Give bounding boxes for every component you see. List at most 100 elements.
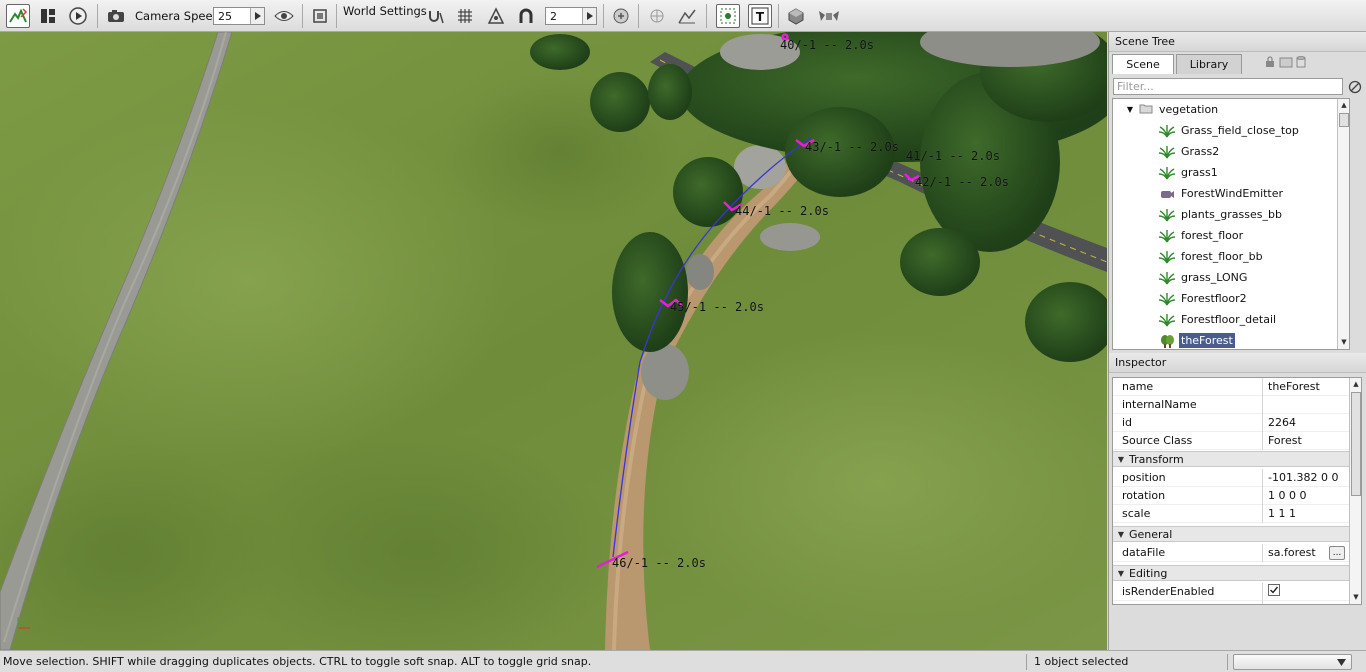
inspector-row-internalname[interactable]: internalName: [1113, 395, 1349, 414]
text-labels-icon[interactable]: T: [748, 4, 772, 28]
browse-file-button[interactable]: ...: [1329, 545, 1345, 560]
group-editing[interactable]: ▼ Editing: [1113, 565, 1349, 581]
lock-icon[interactable]: [1265, 56, 1275, 71]
toolbar-separator: [302, 4, 303, 28]
tree-item[interactable]: grass1: [1113, 162, 1349, 183]
fit-view-icon[interactable]: [308, 4, 332, 28]
inspector-grid: name theForest internalName id 2264 Sour…: [1112, 377, 1362, 605]
magnet-snap-icon[interactable]: [514, 4, 538, 28]
camera-icon[interactable]: [104, 4, 128, 28]
play-icon[interactable]: [66, 4, 90, 28]
tree-item-label: vegetation: [1159, 103, 1219, 116]
tree-scrollbar[interactable]: ▲ ▼: [1337, 99, 1349, 349]
tree-item-label: Grass2: [1181, 145, 1220, 158]
clear-filter-icon[interactable]: [1347, 78, 1363, 95]
select-object-icon[interactable]: [716, 4, 740, 28]
grass-icon: [1159, 124, 1175, 138]
selection-count: 1 object selected: [1034, 655, 1129, 668]
grass-icon: [1159, 313, 1175, 327]
tree-item[interactable]: theForest: [1113, 330, 1349, 349]
tree-item[interactable]: Forestfloor_detail: [1113, 309, 1349, 330]
new-group-icon[interactable]: [1279, 57, 1293, 71]
collapse-arrow-icon[interactable]: ▼: [1113, 530, 1129, 539]
world-transform-icon[interactable]: [675, 4, 699, 28]
tab-library[interactable]: Library: [1176, 54, 1242, 74]
camera-speed-input[interactable]: 25: [213, 4, 265, 28]
scene-tree-tabs: Scene Library: [1112, 54, 1244, 74]
tree-item-label: forest_floor: [1181, 229, 1244, 242]
field-value[interactable]: 1 1 1: [1263, 507, 1296, 520]
expand-arrow-icon[interactable]: ▼: [1113, 105, 1133, 114]
field-name: id: [1113, 413, 1263, 432]
waypoint-label: 40/-1 -- 2.0s: [780, 38, 874, 52]
snap-size-stepper[interactable]: [582, 8, 596, 24]
field-value[interactable]: sa.forest: [1263, 546, 1327, 559]
tree-item-label: Forestfloor2: [1181, 292, 1247, 305]
field-value: 2264: [1268, 416, 1296, 429]
tree-scroll-thumb[interactable]: [1339, 113, 1349, 127]
camera-speed-stepper[interactable]: [250, 8, 264, 24]
status-dropdown[interactable]: [1233, 654, 1352, 670]
inspector-row-rotation[interactable]: rotation 1 0 0 0: [1113, 486, 1349, 505]
scene-filter-input[interactable]: Filter...: [1113, 78, 1343, 95]
tree-item-label: ForestWindEmitter: [1181, 187, 1284, 200]
group-label: General: [1129, 527, 1173, 541]
tree-item[interactable]: ForestWindEmitter: [1113, 183, 1349, 204]
tree-item[interactable]: grass_LONG: [1113, 267, 1349, 288]
tab-scene[interactable]: Scene: [1112, 54, 1174, 74]
field-value[interactable]: -101.382 0 0: [1263, 471, 1338, 484]
status-bar: Move selection. SHIFT while dragging dup…: [0, 650, 1366, 672]
tree-item[interactable]: Forestfloor2: [1113, 288, 1349, 309]
tree-item[interactable]: forest_floor_bb: [1113, 246, 1349, 267]
field-value[interactable]: theForest: [1263, 380, 1320, 393]
group-general[interactable]: ▼ General: [1113, 526, 1349, 542]
world-settings-label[interactable]: World Settings: [343, 3, 427, 19]
tree-item-label: theForest: [1179, 333, 1235, 348]
scene-tree: ▼ vegetation Grass_field_close_top Grass2…: [1112, 98, 1350, 350]
object-snap-icon[interactable]: [484, 4, 508, 28]
tree-item[interactable]: Grass_field_close_top: [1113, 120, 1349, 141]
field-name: position: [1113, 468, 1263, 487]
tree-item[interactable]: forest_floor: [1113, 225, 1349, 246]
grass-icon: [1159, 250, 1175, 264]
status-divider: [1026, 654, 1027, 670]
visibility-eye-icon[interactable]: [272, 4, 296, 28]
tree-folder-vegetation[interactable]: ▼ vegetation: [1113, 99, 1349, 120]
tree-item[interactable]: plants_grasses_bb: [1113, 204, 1349, 225]
field-name: internalName: [1113, 395, 1263, 414]
tree-item[interactable]: Grass2: [1113, 141, 1349, 162]
snap-size-value: 2: [550, 9, 557, 23]
inspector-row-position[interactable]: position -101.382 0 0: [1113, 468, 1349, 487]
inspector-row-scale[interactable]: scale 1 1 1: [1113, 504, 1349, 523]
tree-item-label: forest_floor_bb: [1181, 250, 1263, 263]
snap-to-terrain-icon[interactable]: [424, 4, 448, 28]
grid-snap-icon[interactable]: [453, 4, 477, 28]
folder-icon: [1139, 103, 1153, 117]
inspector-scroll-thumb[interactable]: [1351, 392, 1361, 496]
inspector-scrollbar[interactable]: ▲ ▼: [1349, 378, 1361, 604]
terrain-editor-icon[interactable]: [6, 4, 30, 28]
main-toolbar: Camera Speed 25 World Settings 2 T: [0, 0, 1366, 32]
tree-item-label: grass1: [1181, 166, 1218, 179]
collapse-arrow-icon[interactable]: ▼: [1113, 455, 1129, 464]
object-center-icon[interactable]: [645, 4, 669, 28]
scene-viewport[interactable]: 40/-1 -- 2.0s 43/-1 -- 2.0s 41/-1 -- 2.0…: [0, 32, 1107, 650]
status-message: Move selection. SHIFT while dragging dup…: [3, 655, 592, 668]
snap-size-input[interactable]: 2: [545, 4, 597, 28]
delete-icon[interactable]: [1296, 56, 1306, 71]
window-layout-icon[interactable]: [36, 4, 60, 28]
inspector-row-name[interactable]: name theForest: [1113, 378, 1349, 396]
collapse-arrow-icon[interactable]: ▼: [1113, 569, 1129, 578]
group-transform[interactable]: ▼ Transform: [1113, 451, 1349, 467]
toolbar-separator: [778, 4, 779, 28]
toolbar-separator: [706, 4, 707, 28]
render-enabled-checkbox[interactable]: [1263, 584, 1280, 599]
prefab-icon[interactable]: [784, 4, 808, 28]
field-value[interactable]: 1 0 0 0: [1263, 489, 1306, 502]
inspector-row-datafile[interactable]: dataFile sa.forest ...: [1113, 543, 1349, 562]
tree-item-label: Forestfloor_detail: [1181, 313, 1277, 326]
bounds-center-icon[interactable]: [609, 4, 633, 28]
tree-actions: [1265, 56, 1306, 71]
inspector-row-isrenderenabled[interactable]: isRenderEnabled: [1113, 582, 1349, 601]
explode-prefab-icon[interactable]: [815, 4, 843, 28]
